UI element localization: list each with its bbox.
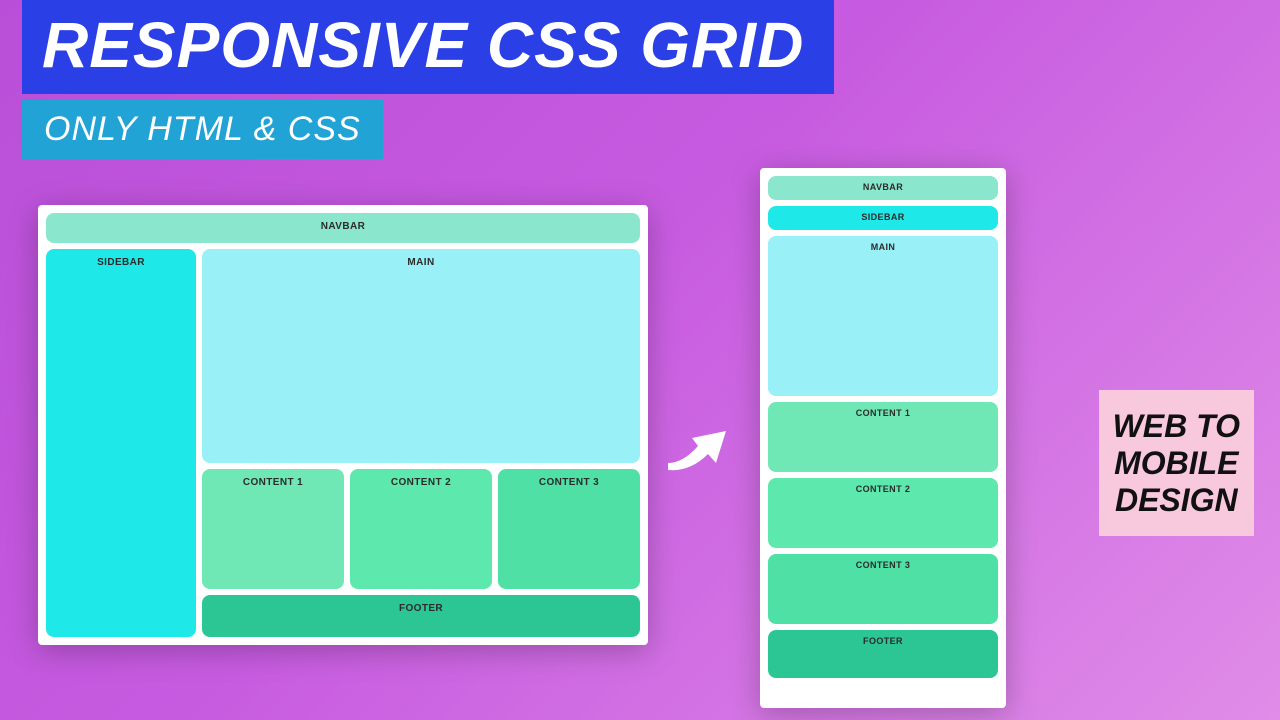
mobile-content2-block: CONTENT 2 [768, 478, 998, 548]
mobile-main-block: MAIN [768, 236, 998, 396]
desktop-layout-preview: NAVBAR SIDEBAR MAIN CONTENT 1 CONTENT 2 … [38, 205, 648, 645]
mobile-sidebar-block: SIDEBAR [768, 206, 998, 230]
arrow-icon [658, 408, 738, 478]
callout-line2: MOBILE [1113, 445, 1240, 482]
desktop-sidebar-block: SIDEBAR [46, 249, 196, 637]
title-sub: ONLY HTML & CSS [22, 100, 383, 159]
title-main: RESPONSIVE CSS GRID [22, 0, 834, 94]
desktop-navbar-block: NAVBAR [46, 213, 640, 243]
desktop-content2-block: CONTENT 2 [350, 469, 492, 589]
desktop-main-block: MAIN [202, 249, 640, 463]
desktop-content1-block: CONTENT 1 [202, 469, 344, 589]
mobile-layout-preview: NAVBAR SIDEBAR MAIN CONTENT 1 CONTENT 2 … [760, 168, 1006, 708]
mobile-content1-block: CONTENT 1 [768, 402, 998, 472]
desktop-content3-block: CONTENT 3 [498, 469, 640, 589]
callout-line3: DESIGN [1113, 482, 1240, 519]
mobile-content3-block: CONTENT 3 [768, 554, 998, 624]
mobile-navbar-block: NAVBAR [768, 176, 998, 200]
mobile-footer-block: FOOTER [768, 630, 998, 678]
desktop-footer-block: FOOTER [202, 595, 640, 637]
callout-badge: WEB TO MOBILE DESIGN [1099, 390, 1254, 536]
callout-line1: WEB TO [1113, 408, 1240, 445]
